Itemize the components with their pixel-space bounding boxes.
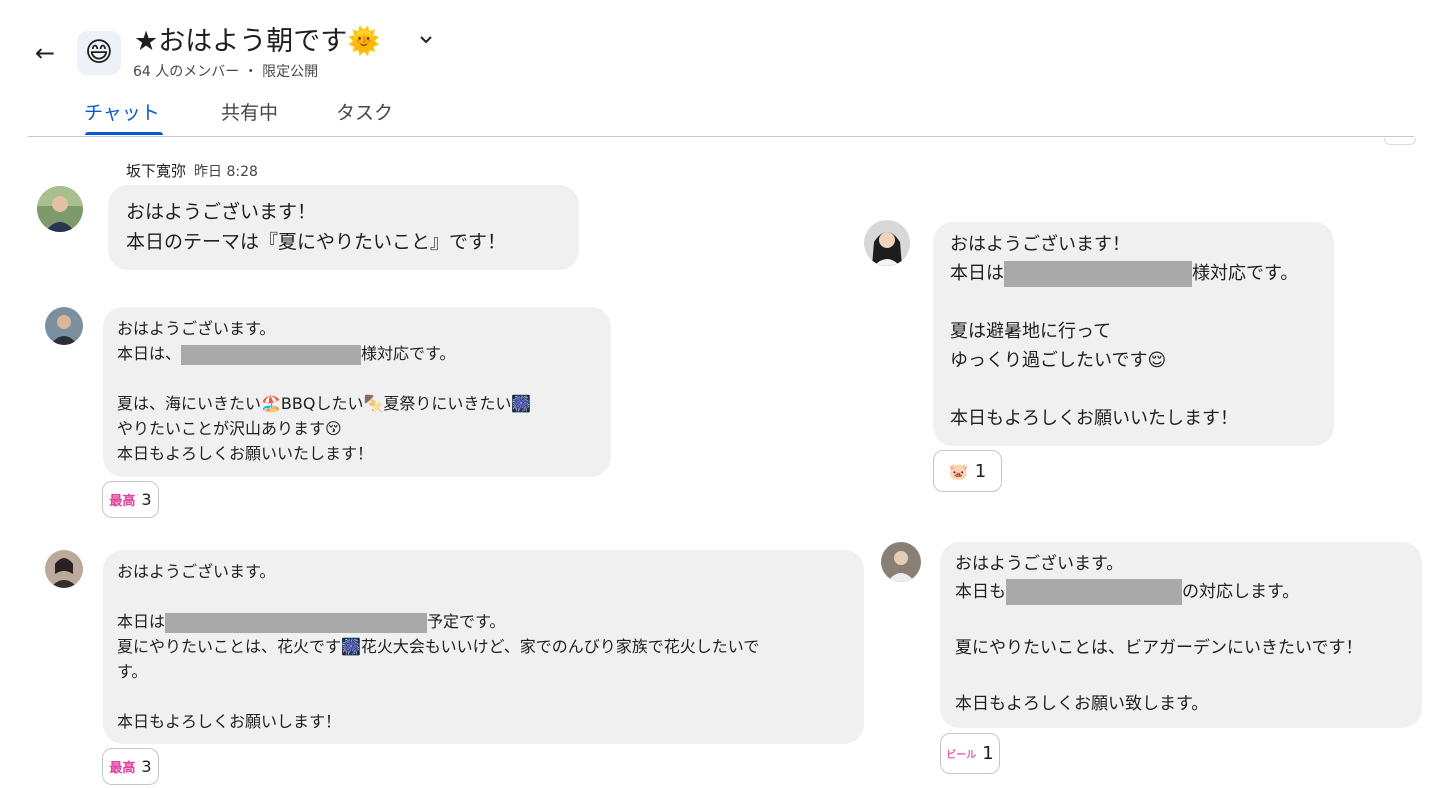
- message-bubble[interactable]: おはようございます！ 本日は 様対応です。 夏は避暑地に行って ゆっくり過ごしたい…: [933, 222, 1334, 446]
- reaction-count: 3: [141, 490, 152, 509]
- reaction-count: 1: [982, 743, 994, 764]
- active-tab-indicator: [85, 132, 163, 135]
- header-divider: [28, 136, 1414, 137]
- message-text: 本日は 様対応です。: [950, 259, 1317, 288]
- space-subtitle: 64 人のメンバー ・ 限定公開: [133, 64, 319, 80]
- reaction-chip[interactable]: 最高 3: [102, 481, 159, 518]
- reaction-count: 1: [974, 460, 987, 482]
- reaction-icon: 🐷: [948, 461, 969, 481]
- message-text: やりたいことが沢山あります😚: [117, 419, 342, 438]
- space-title[interactable]: ★おはよう朝です🌞: [134, 24, 381, 60]
- message-text: 夏にやりたいことは、ビアガーデンにいきたいです！: [955, 638, 1363, 658]
- reaction-count: 3: [141, 757, 152, 776]
- message-bubble[interactable]: おはようございます！ 本日のテーマは『夏にやりたいこと』です！: [108, 185, 579, 270]
- reaction-icon: 最高: [109, 494, 136, 509]
- redacted-block: [1004, 261, 1192, 287]
- reaction-chip[interactable]: 最高 3: [102, 748, 159, 785]
- message-bubble[interactable]: おはようございます。 本日も の対応します。 夏にやりたいことは、ビアガーデンにい…: [940, 542, 1422, 728]
- message-text: おはようございます。: [117, 319, 276, 338]
- reaction-icon: ビール: [946, 750, 977, 761]
- avatar[interactable]: [37, 186, 83, 232]
- message-text: 本日もよろしくお願いします！: [117, 712, 342, 731]
- message-text: 本日のテーマは『夏にやりたいこと』です！: [126, 231, 507, 253]
- avatar[interactable]: [45, 550, 83, 588]
- redacted-block: [1006, 579, 1182, 605]
- message-text: 本日は 予定です。: [117, 612, 506, 633]
- message-text: おはようございます！: [950, 234, 1130, 255]
- avatar[interactable]: [45, 307, 83, 345]
- message-bubble[interactable]: おはようございます。 本日は 予定です。 夏にやりたいことは、花火です🎆花火大会も…: [103, 550, 864, 744]
- reaction-chip[interactable]: ビール 1: [940, 733, 1000, 774]
- message-text: 本日は、 様対応です。: [117, 344, 456, 365]
- message-text: 本日も の対応します。: [955, 578, 1407, 606]
- message-text: 夏は避暑地に行って: [950, 321, 1112, 342]
- sender-name[interactable]: 坂下寛弥: [126, 162, 186, 180]
- message-text: おはようございます！: [126, 201, 317, 223]
- avatar[interactable]: [864, 220, 910, 266]
- message-text: 本日もよろしくお願い致します。: [955, 694, 1209, 714]
- chevron-down-icon[interactable]: [418, 30, 434, 54]
- message-bubble[interactable]: おはようございます。 本日は、 様対応です。 夏は、海にいきたい🏖️BBQしたい🍢…: [103, 307, 611, 477]
- tab-chat[interactable]: チャット: [84, 100, 160, 126]
- message-header: 坂下寛弥 昨日 8:28: [126, 160, 258, 183]
- message-text: おはようございます。: [955, 554, 1124, 574]
- message-text: おはようございます。: [117, 562, 276, 581]
- scroll-indicator[interactable]: [1384, 138, 1416, 145]
- message-text: 夏は、海にいきたい🏖️BBQしたい🍢夏祭りにいきたい🎆: [117, 394, 532, 413]
- reaction-chip[interactable]: 🐷 1: [933, 450, 1002, 492]
- back-arrow-icon[interactable]: ←: [30, 38, 60, 68]
- message-text: 本日もよろしくお願いいたします！: [117, 444, 374, 463]
- redacted-block: [181, 344, 362, 365]
- tab-shared[interactable]: 共有中: [221, 100, 278, 126]
- reaction-icon: 最高: [109, 761, 136, 776]
- redacted-block: [165, 612, 428, 633]
- tab-tasks[interactable]: タスク: [336, 100, 393, 126]
- message-text: す。: [117, 662, 148, 681]
- message-text: ゆっくり過ごしたいです😌: [950, 350, 1167, 371]
- avatar[interactable]: [881, 542, 921, 582]
- message-text: 本日もよろしくお願いいたします！: [950, 408, 1238, 429]
- message-text: 夏にやりたいことは、花火です🎆花火大会もいいけど、家でのんびり家族で花火したいで: [117, 637, 760, 656]
- space-emoji-icon: 😄: [77, 31, 121, 75]
- message-timestamp: 昨日 8:28: [194, 164, 258, 180]
